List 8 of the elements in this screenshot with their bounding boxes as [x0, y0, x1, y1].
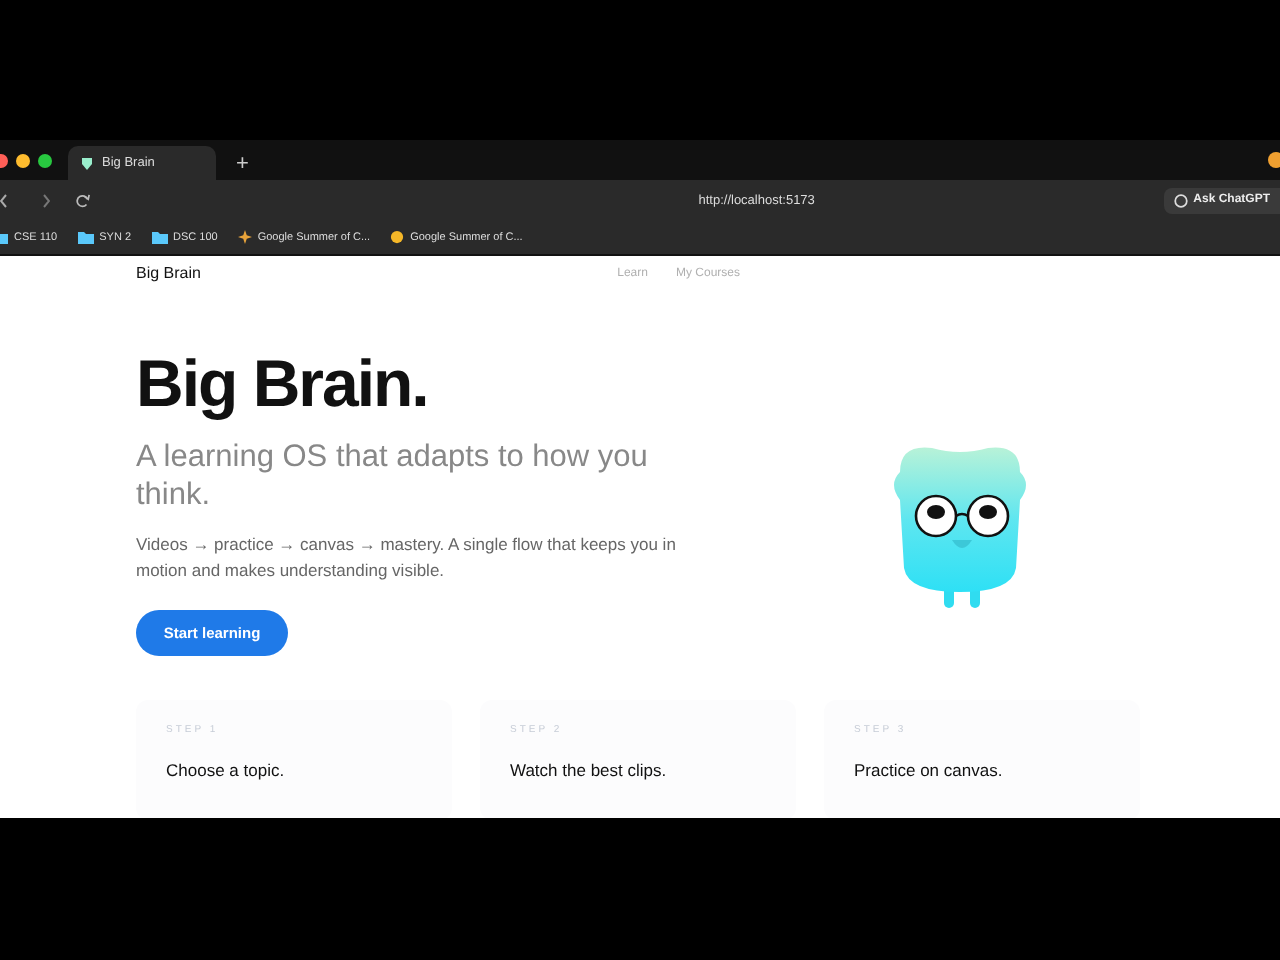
hero-description: Videos → practice → canvas → mastery. A single flow that keeps you in motion and makes understanding visible.: [136, 532, 678, 584]
brand-name[interactable]: Big Brain: [136, 264, 201, 282]
new-tab-button[interactable]: +: [236, 146, 249, 180]
step-title: Watch the best clips.: [510, 760, 669, 780]
step-title: Choose a topic.: [166, 760, 287, 780]
hero-title: Big Brain.: [136, 346, 430, 422]
step-title: Practice on canvas.: [854, 760, 1005, 780]
hero-subtitle: A learning OS that adapts to how you think.: [136, 438, 650, 514]
